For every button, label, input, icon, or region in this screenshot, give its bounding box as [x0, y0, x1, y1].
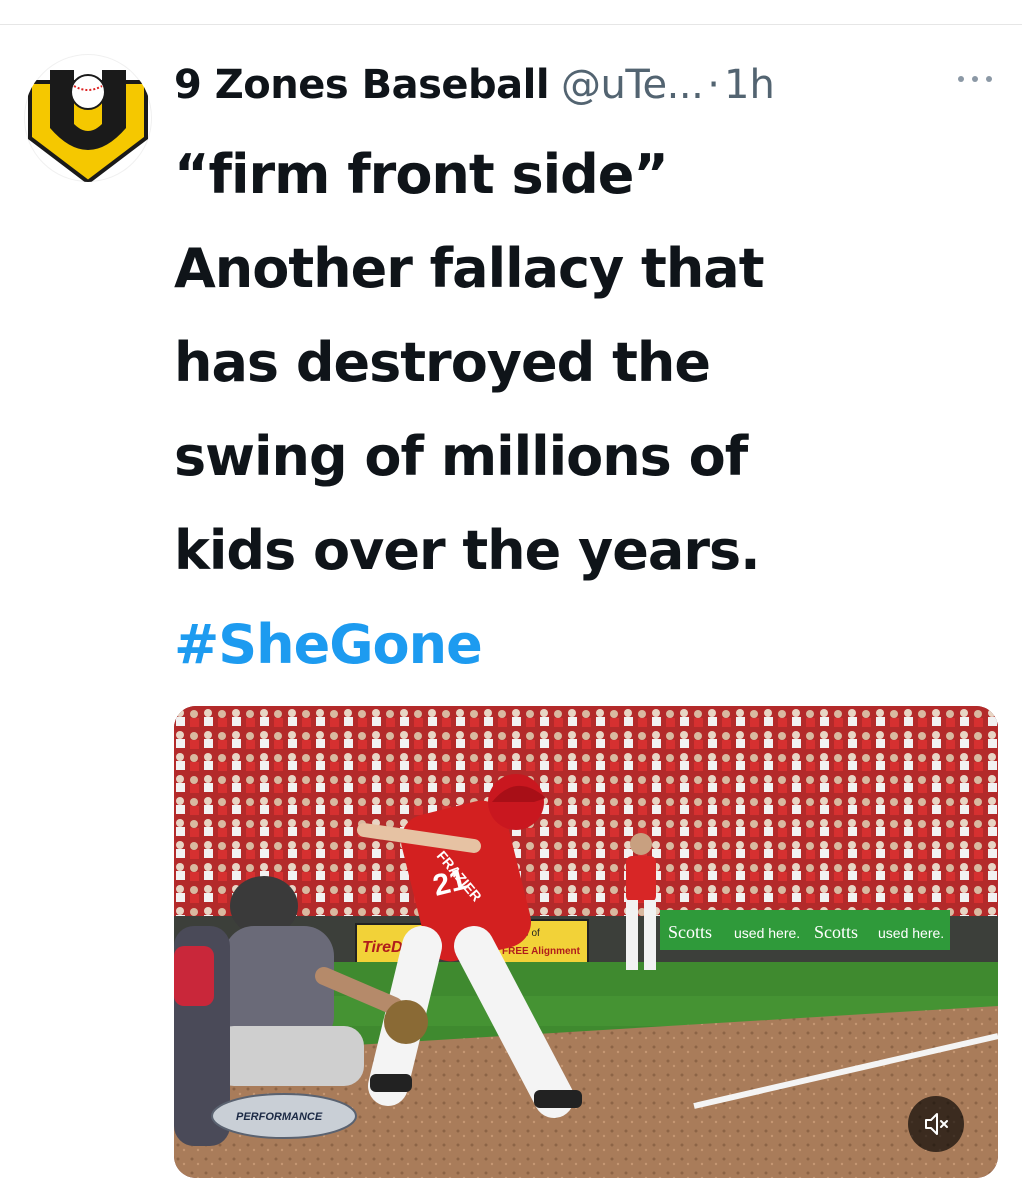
tweet-text-line: swing of millions of — [174, 425, 748, 488]
ad-sign-scotts-1: Scotts — [668, 922, 712, 942]
more-dot — [986, 76, 992, 82]
volume-muted-icon[interactable] — [908, 1096, 964, 1152]
speaker-muted-glyph — [925, 1113, 948, 1135]
avatar[interactable] — [24, 54, 152, 182]
tweet-text-line: has destroyed the — [174, 331, 711, 394]
broadcast-logo-text: PERFORMANCE — [236, 1111, 323, 1123]
tweet-timestamp[interactable]: 1h — [724, 62, 775, 108]
more-dot — [972, 76, 978, 82]
ad-sign-free-alignment: FREE Alignment — [502, 946, 581, 957]
header-separator: · — [707, 62, 721, 108]
tweet-text-line: kids over the years. — [174, 519, 761, 582]
top-divider — [0, 24, 1022, 25]
baseball-video-frame: TireDisco Home of FREE Alignment Scotts … — [174, 706, 998, 1178]
hashtag-link[interactable]: #SheGone — [174, 613, 483, 676]
tweet-video[interactable]: TireDisco Home of FREE Alignment Scotts … — [174, 706, 998, 1178]
tweet-text-line: Another fallacy that — [174, 237, 765, 300]
ad-sign-scotts-1-tag: used here. — [734, 925, 800, 941]
tweet-text-line: “firm front side” — [174, 143, 669, 206]
u-logo-baseball-icon — [28, 70, 148, 182]
tweet-header: 9 Zones Baseball @uTe... · 1h — [174, 60, 775, 110]
broadcast-logo: PERFORMANCE — [211, 1093, 357, 1139]
ad-sign-scotts-2: Scotts — [814, 922, 858, 942]
more-options-icon[interactable] — [954, 64, 996, 94]
author-handle[interactable]: @uTe... — [561, 62, 704, 108]
author-name[interactable]: 9 Zones Baseball — [174, 62, 550, 108]
tweet-text: “firm front side” Another fallacy that h… — [174, 128, 994, 692]
ad-sign-scotts-2-tag: used here. — [878, 925, 944, 941]
more-dot — [958, 76, 964, 82]
